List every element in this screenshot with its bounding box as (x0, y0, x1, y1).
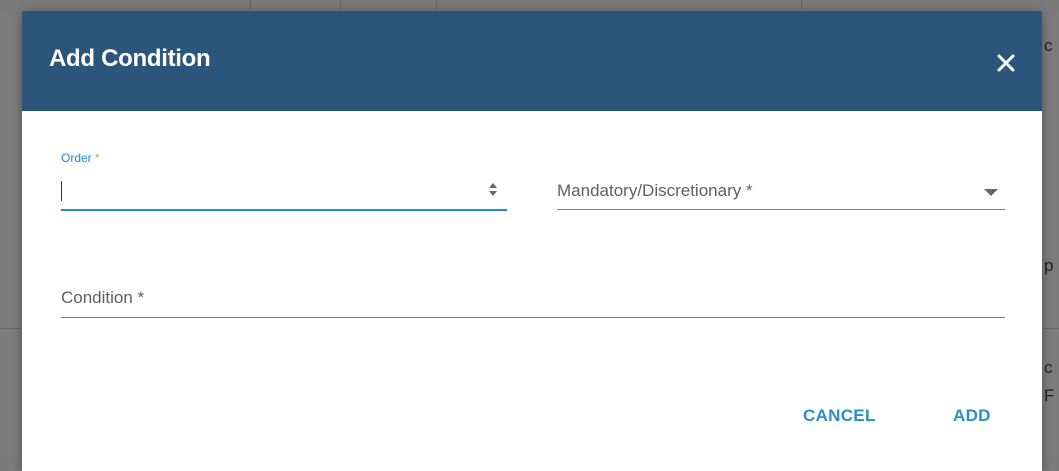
select-underline (557, 209, 1005, 210)
background-text-fragment: p (1044, 256, 1054, 275)
condition-input-underline (61, 317, 1005, 318)
add-button[interactable]: ADD (953, 406, 991, 426)
condition-label: Condition * (61, 288, 145, 307)
dropdown-arrow-icon[interactable] (984, 189, 998, 196)
background-topbar (0, 0, 1059, 10)
dialog-title: Add Condition (49, 45, 211, 72)
background-text-fragment: c (1044, 36, 1053, 55)
cancel-button[interactable]: CANCEL (803, 406, 876, 426)
background-text-fragment: F (1044, 386, 1055, 405)
stepper-icon[interactable] (486, 181, 500, 197)
text-cursor (61, 181, 62, 201)
background-text-fragment: c (1044, 358, 1053, 377)
background-column-divider (436, 0, 437, 10)
close-icon (997, 54, 1015, 72)
dialog-header: Add Condition (22, 11, 1042, 111)
background-column-divider (340, 0, 341, 10)
background-column-divider (250, 0, 251, 10)
order-input-underline (61, 209, 507, 211)
order-label: Order * (61, 151, 100, 165)
close-button[interactable] (984, 41, 1028, 85)
mandatory-discretionary-label: Mandatory/Discretionary * (557, 181, 753, 200)
required-mark: * (95, 151, 100, 165)
background-column-divider (801, 0, 802, 10)
add-condition-dialog: Add Condition Order * Mandatory/Discreti… (22, 11, 1042, 471)
